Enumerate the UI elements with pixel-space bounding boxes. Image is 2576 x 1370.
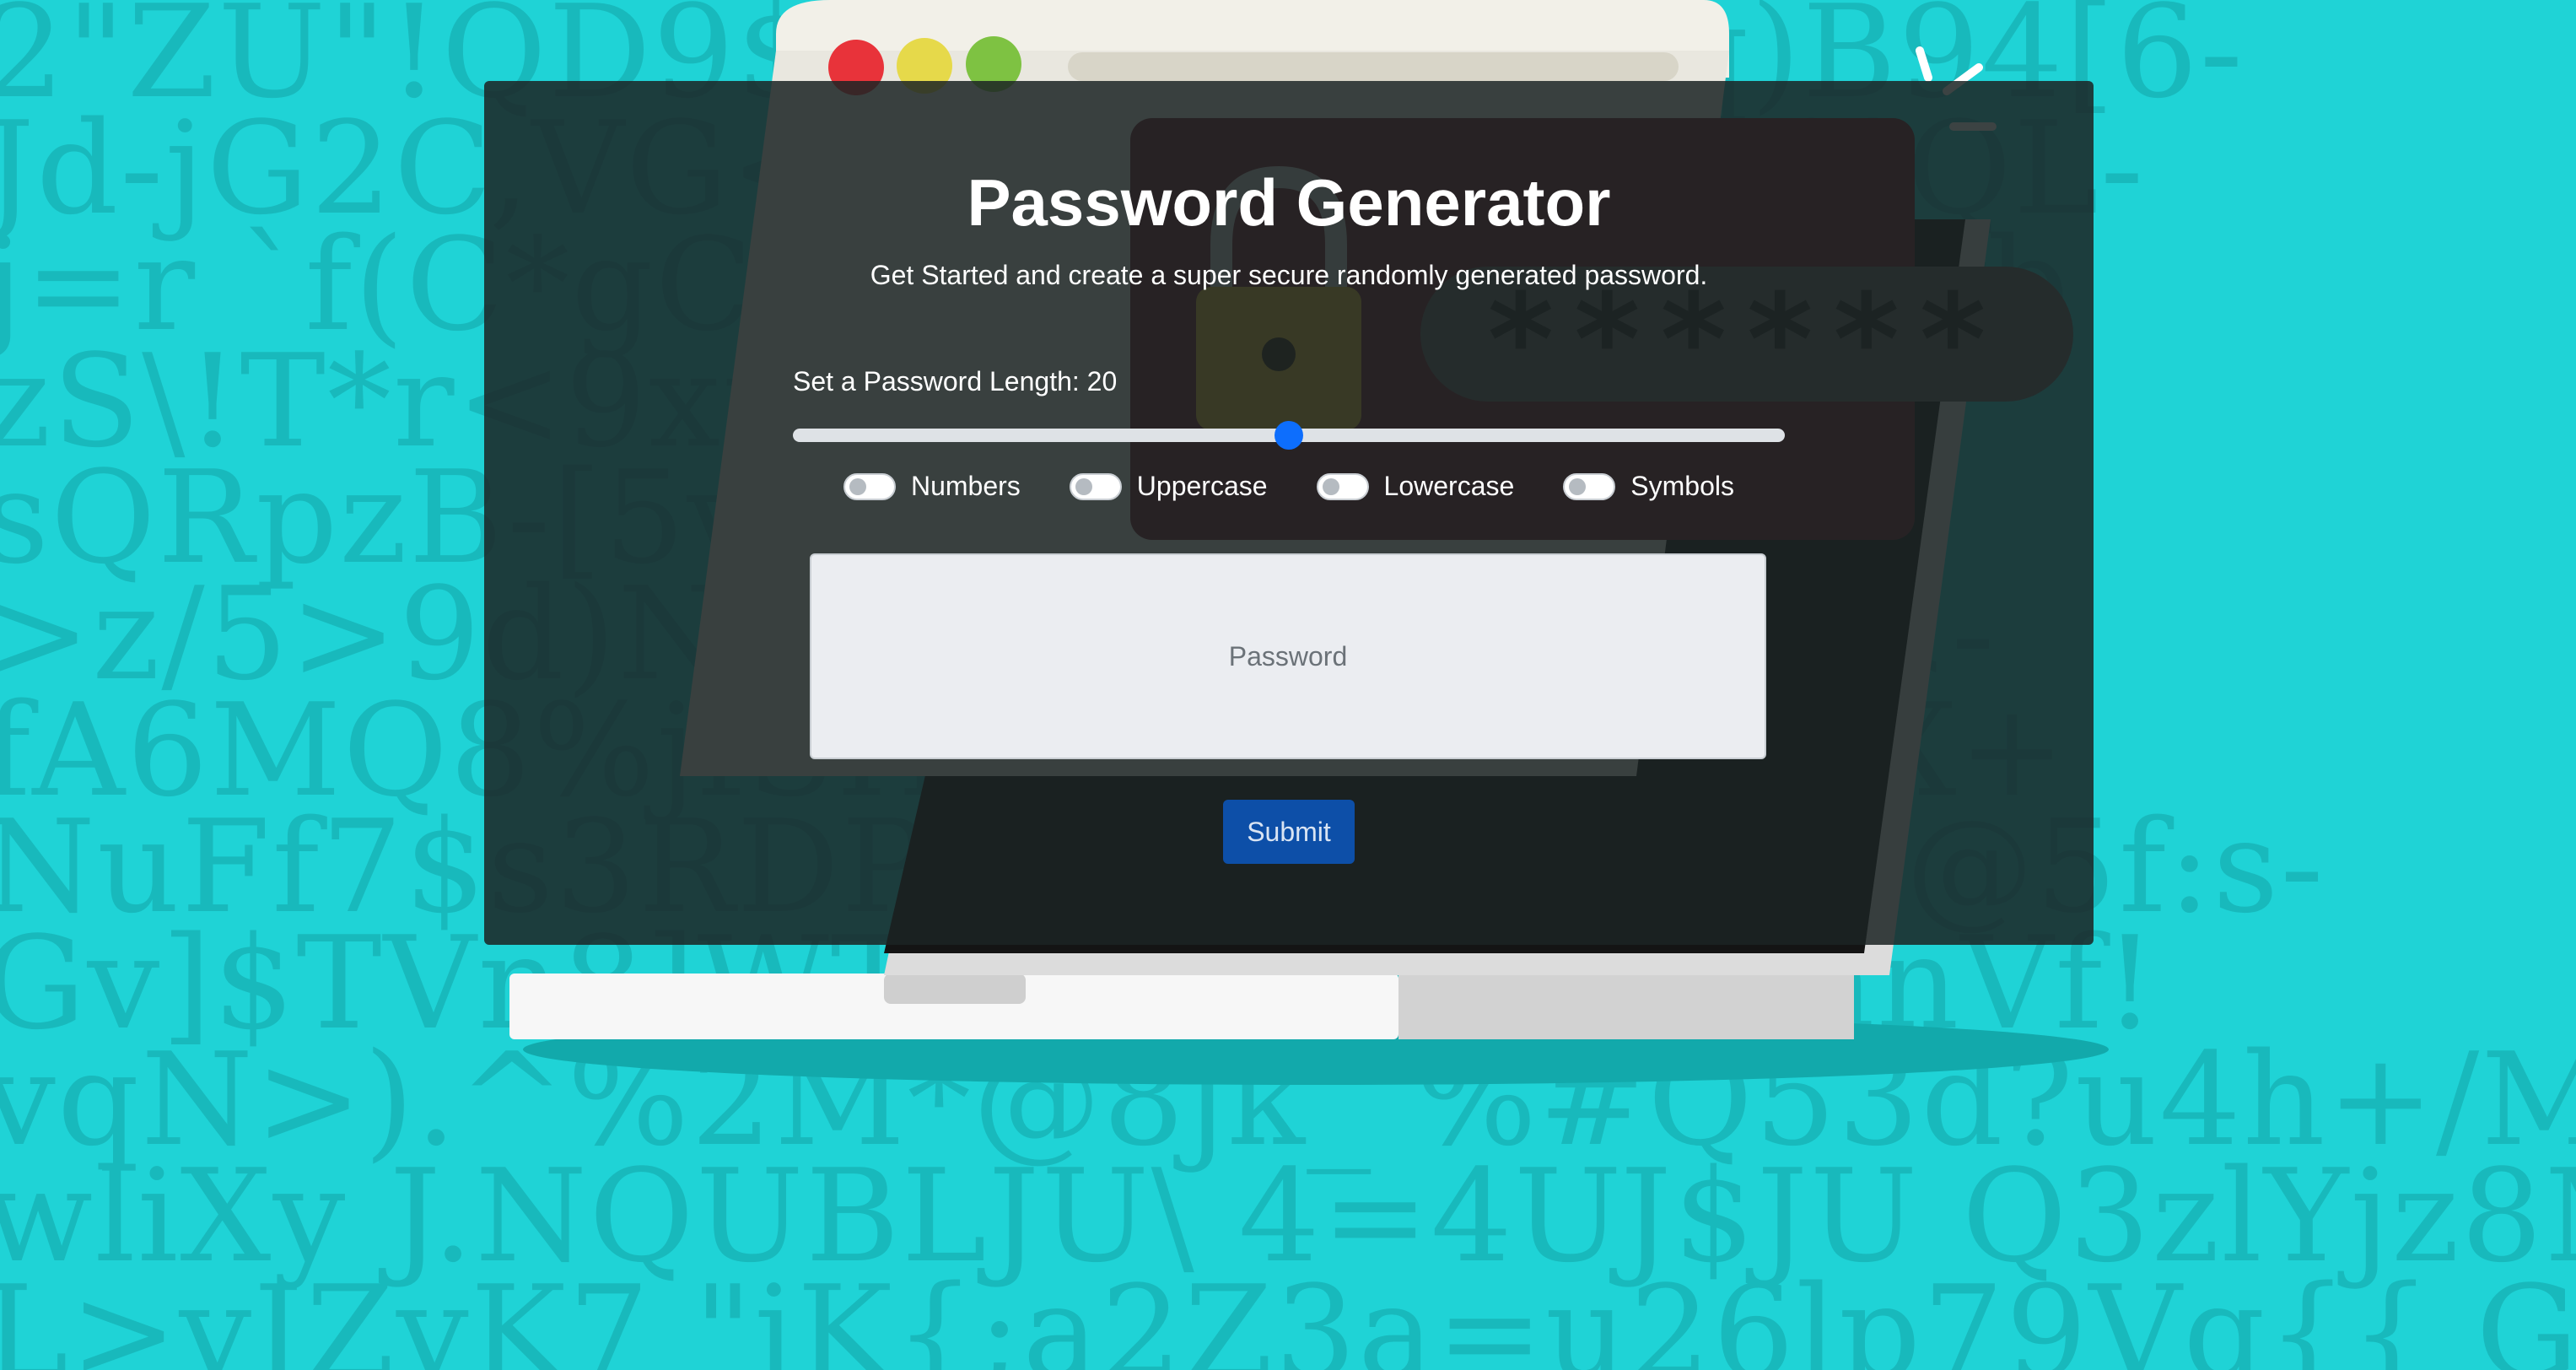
submit-button[interactable]: Submit (1223, 800, 1355, 864)
lowercase-toggle[interactable] (1316, 472, 1369, 500)
generator-card: Password Generator Get Started and creat… (484, 81, 2094, 945)
slider-thumb[interactable] (1275, 421, 1303, 450)
toggle-knob (1322, 477, 1339, 495)
symbols-label: Symbols (1630, 471, 1734, 501)
password-length-label: Set a Password Length: 20 (793, 366, 1118, 396)
toggle-knob (1075, 477, 1092, 495)
page-subtitle: Get Started and create a super secure ra… (870, 260, 1708, 290)
option-uppercase[interactable]: Uppercase (1069, 471, 1268, 502)
uppercase-toggle[interactable] (1069, 472, 1122, 500)
laptop-hinge (884, 974, 1026, 1004)
character-options: Numbers Uppercase Lowercase Symbols (484, 471, 2094, 502)
option-numbers[interactable]: Numbers (843, 471, 1021, 502)
toggle-knob (849, 477, 866, 495)
option-lowercase[interactable]: Lowercase (1316, 471, 1515, 502)
page-title: Password Generator (967, 165, 1611, 240)
password-length-slider[interactable] (793, 421, 1785, 450)
numbers-toggle[interactable] (843, 472, 896, 500)
password-output[interactable]: Password (810, 553, 1766, 759)
uppercase-label: Uppercase (1136, 471, 1268, 501)
address-bar (1068, 52, 1679, 81)
lowercase-label: Lowercase (1383, 471, 1515, 501)
numbers-label: Numbers (910, 471, 1021, 501)
password-placeholder: Password (1228, 640, 1348, 672)
laptop-base-side (1398, 974, 1854, 1039)
sparkle-icon (1916, 46, 1932, 82)
symbols-toggle[interactable] (1563, 472, 1616, 500)
option-symbols[interactable]: Symbols (1563, 471, 1734, 502)
toggle-knob (1569, 477, 1587, 495)
